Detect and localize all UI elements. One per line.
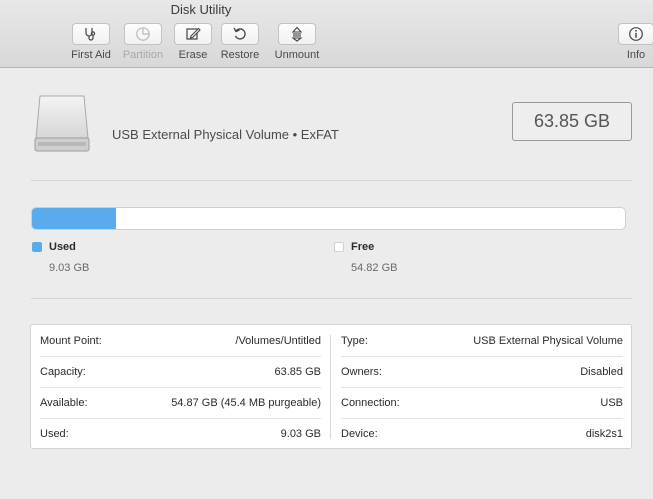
info-row-owners: Owners: Disabled xyxy=(341,356,623,387)
info-value: disk2s1 xyxy=(585,428,623,440)
window-title: Disk Utility xyxy=(170,2,232,17)
info-column-right: Type: USB External Physical Volume Owner… xyxy=(332,325,632,449)
stethoscope-icon xyxy=(85,28,96,41)
eject-icon xyxy=(291,26,303,42)
free-color-swatch xyxy=(334,242,344,252)
free-value: 54.82 GB xyxy=(351,262,398,274)
info-label: Connection: xyxy=(341,397,400,409)
info-label: Type: xyxy=(341,334,368,347)
used-label: Used xyxy=(49,241,76,253)
info-label: Device: xyxy=(341,428,378,440)
info-value: USB External Physical Volume xyxy=(473,334,623,347)
info-label: Owners: xyxy=(341,366,382,378)
info-value: /Volumes/Untitled xyxy=(235,334,321,347)
info-value: 63.85 GB xyxy=(274,366,321,378)
info-row-available: Available: 54.87 GB (45.4 MB purgeable) xyxy=(40,387,321,418)
external-drive-icon xyxy=(34,95,90,152)
restore-label: Restore xyxy=(220,49,260,61)
info-label: Used: xyxy=(40,428,69,440)
info-value: Disabled xyxy=(580,366,623,378)
divider xyxy=(31,180,632,181)
unmount-button[interactable]: Unmount xyxy=(267,23,327,61)
info-row-device: Device: disk2s1 xyxy=(341,418,623,449)
restore-button[interactable]: Restore xyxy=(210,23,270,61)
pie-chart-icon xyxy=(136,27,150,41)
info-label: Available: xyxy=(40,397,88,409)
usage-bar xyxy=(31,207,626,230)
restore-arrow-icon xyxy=(233,27,246,40)
info-value: 9.03 GB xyxy=(280,428,321,440)
free-label: Free xyxy=(351,241,375,253)
divider xyxy=(31,298,632,299)
volume-info-table: Mount Point: /Volumes/Untitled Capacity:… xyxy=(30,324,632,449)
info-label: Info xyxy=(626,49,646,61)
info-button[interactable]: Info xyxy=(611,23,653,61)
column-divider xyxy=(330,335,331,439)
info-label: Capacity: xyxy=(40,366,86,378)
info-column-left: Mount Point: /Volumes/Untitled Capacity:… xyxy=(31,325,330,449)
info-row-mount-point: Mount Point: /Volumes/Untitled xyxy=(40,325,321,356)
info-row-used: Used: 9.03 GB xyxy=(40,418,321,449)
info-row-capacity: Capacity: 63.85 GB xyxy=(40,356,321,387)
usage-bar-used-fill xyxy=(32,208,116,229)
first-aid-label: First Aid xyxy=(71,49,111,61)
used-value: 9.03 GB xyxy=(49,262,90,274)
toolbar: Disk Utility First Aid Partition Erase R… xyxy=(0,0,653,68)
info-row-type: Type: USB External Physical Volume xyxy=(341,325,623,356)
volume-size: 63.85 GB xyxy=(512,102,632,141)
volume-description: USB External Physical Volume • ExFAT xyxy=(112,127,339,142)
unmount-label: Unmount xyxy=(274,49,320,61)
info-label: Mount Point: xyxy=(40,334,102,347)
info-value: 54.87 GB (45.4 MB purgeable) xyxy=(171,397,321,409)
pencil-square-icon xyxy=(186,27,201,40)
used-color-swatch xyxy=(32,242,42,252)
info-row-connection: Connection: USB xyxy=(341,387,623,418)
info-icon xyxy=(629,27,643,41)
info-value: USB xyxy=(600,397,623,409)
first-aid-button[interactable]: First Aid xyxy=(61,23,121,61)
